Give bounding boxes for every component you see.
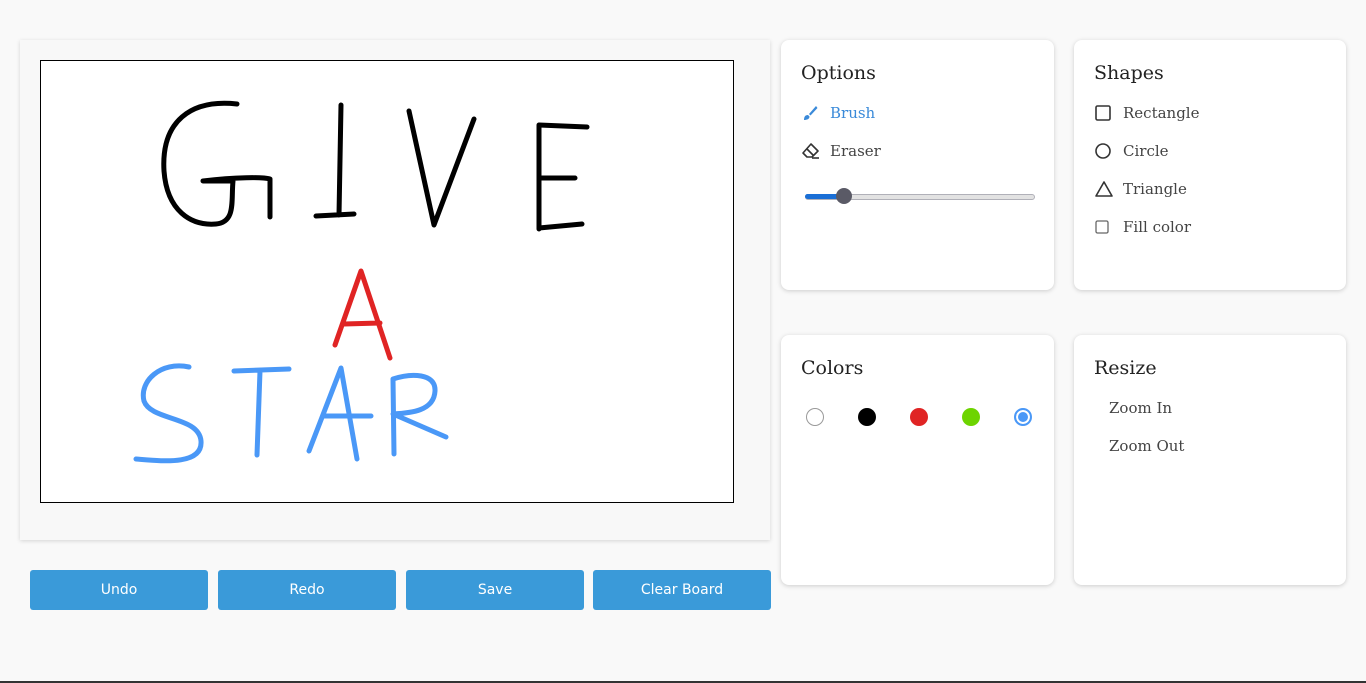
triangle-option[interactable]: Triangle	[1094, 179, 1187, 199]
board-container	[20, 40, 770, 540]
letter-v	[406, 108, 477, 228]
colors-title: Colors	[801, 357, 864, 379]
color-swatch[interactable]	[858, 408, 876, 426]
triangle-icon	[1094, 179, 1116, 199]
rectangle-option[interactable]: Rectangle	[1094, 103, 1199, 123]
options-panel: Options Brush Eraser	[781, 40, 1054, 290]
circle-icon	[1094, 141, 1116, 161]
stroke-give	[161, 100, 590, 232]
stroke-star	[133, 363, 449, 464]
options-title: Options	[801, 62, 876, 84]
redo-button[interactable]: Redo	[218, 570, 396, 610]
canvas-drawing	[133, 100, 590, 464]
resize-title: Resize	[1094, 357, 1157, 379]
circle-label: Circle	[1123, 142, 1169, 160]
zoom-in-button[interactable]: Zoom In	[1109, 399, 1172, 417]
letter-e	[536, 122, 590, 232]
undo-button[interactable]: Undo	[30, 570, 208, 610]
rectangle-icon	[1094, 103, 1116, 123]
circle-option[interactable]: Circle	[1094, 141, 1169, 161]
eraser-label: Eraser	[830, 142, 881, 160]
color-swatch[interactable]	[1014, 408, 1032, 426]
letter-a	[332, 268, 393, 361]
fill-color-label: Fill color	[1123, 218, 1191, 236]
fill-color-option[interactable]: Fill color	[1094, 217, 1191, 237]
letter-a2	[306, 365, 374, 462]
clear-board-button[interactable]: Clear Board	[593, 570, 771, 610]
rectangle-label: Rectangle	[1123, 104, 1200, 122]
color-swatch[interactable]	[806, 408, 824, 426]
stroke-a	[332, 268, 393, 361]
shapes-title: Shapes	[1094, 62, 1164, 84]
action-bar: Undo Redo Save Clear Board	[30, 570, 771, 610]
brush-label: Brush	[830, 104, 876, 122]
letter-r	[390, 372, 449, 457]
brush-option[interactable]: Brush	[801, 103, 875, 123]
color-swatch[interactable]	[910, 408, 928, 426]
triangle-label: Triangle	[1123, 180, 1187, 198]
slider-thumb[interactable]	[836, 188, 853, 204]
letter-s	[133, 363, 204, 464]
resize-panel: Resize Zoom In Zoom Out	[1074, 335, 1346, 585]
colors-panel: Colors	[781, 335, 1054, 585]
brush-size-slider[interactable]	[805, 188, 1035, 204]
eraser-icon	[801, 141, 823, 161]
brush-icon	[801, 103, 823, 123]
color-swatch[interactable]	[962, 408, 980, 426]
letter-i	[313, 102, 357, 219]
letter-g	[161, 100, 273, 227]
save-button[interactable]: Save	[406, 570, 584, 610]
shapes-panel: Shapes Rectangle Circle Triangle Fill co…	[1074, 40, 1346, 290]
zoom-out-button[interactable]: Zoom Out	[1109, 437, 1184, 455]
fill-color-checkbox[interactable]	[1094, 217, 1116, 237]
eraser-option[interactable]: Eraser	[801, 141, 881, 161]
drawing-canvas[interactable]	[40, 60, 734, 503]
letter-t	[231, 366, 292, 458]
